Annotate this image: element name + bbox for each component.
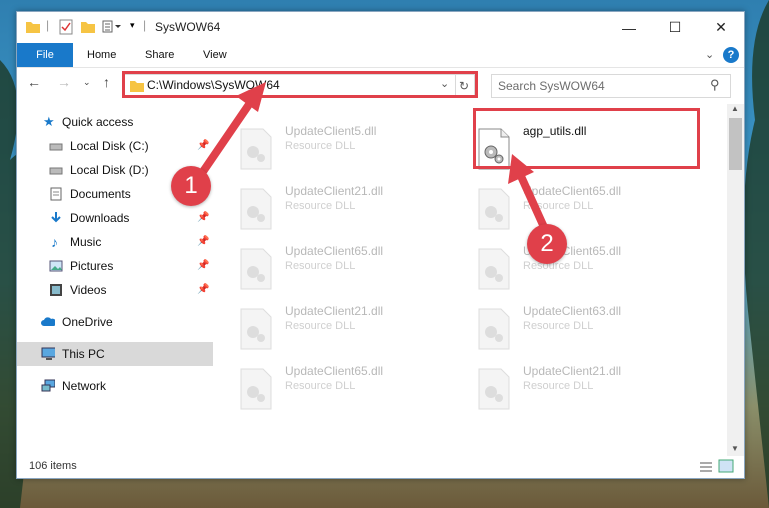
step-badge-2: 2 [527, 224, 567, 264]
annotation-arrow-1 [196, 82, 552, 240]
step-badge-1: 1 [171, 166, 211, 206]
